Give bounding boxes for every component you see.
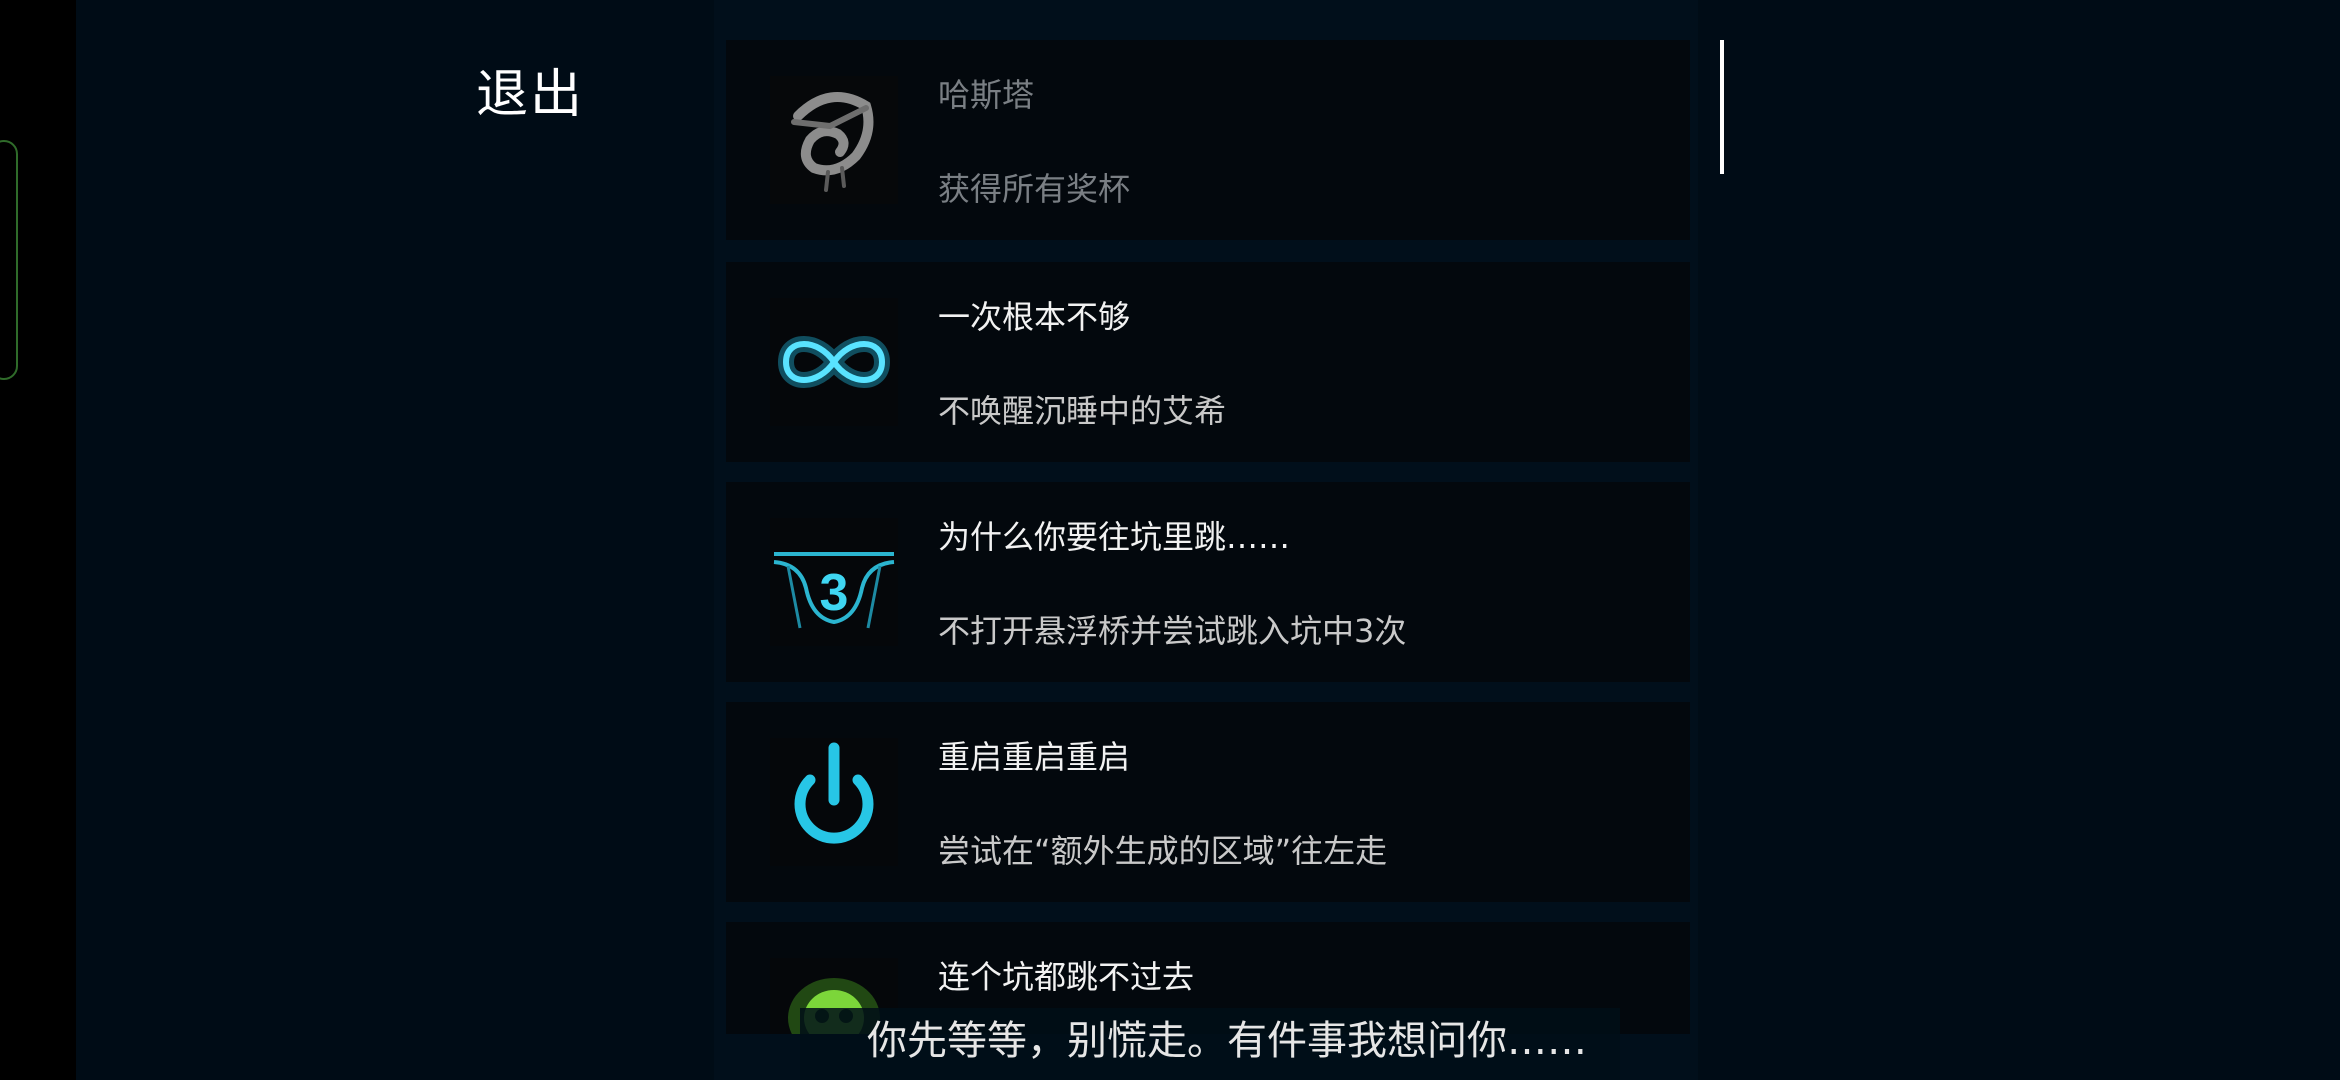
achievement-title: 重启重启重启 (938, 738, 1131, 776)
achievement-title: 一次根本不够 (938, 298, 1131, 336)
exit-button[interactable]: 退出 (476, 52, 584, 127)
pit-three-icon: 3 (770, 518, 898, 646)
achievement-card-jump-into-pit[interactable]: 3 为什么你要往坑里跳…… 不打开悬浮桥并尝试跳入坑中3次 (726, 482, 1690, 682)
infinity-icon (770, 298, 898, 426)
pit-three-number: 3 (820, 564, 849, 622)
achievement-card-once-not-enough[interactable]: 一次根本不够 不唤醒沉睡中的艾希 (726, 262, 1690, 462)
scrollbar-thumb[interactable] (1720, 40, 1724, 174)
left-bezel (0, 0, 76, 1080)
achievement-title: 哈斯塔 (938, 76, 1035, 114)
achievement-card-hastur[interactable]: 哈斯塔 获得所有奖杯 (726, 40, 1690, 240)
dialogue-subtitle: 你先等等，别慌走。有件事我想问你…… (867, 1018, 1587, 1064)
hastur-sigil-icon (770, 76, 898, 204)
achievement-title: 为什么你要往坑里跳…… (938, 518, 1291, 556)
game-screen: 退出 哈斯塔 获得所有奖杯 一次根本不够 不唤醒沉睡中的艾希 3 为什么你要往坑… (0, 0, 2340, 1080)
achievement-description: 不唤醒沉睡中的艾希 (938, 392, 1227, 430)
achievement-description: 不打开悬浮桥并尝试跳入坑中3次 (938, 612, 1407, 650)
achievement-card-restart[interactable]: 重启重启重启 尝试在“额外生成的区域”往左走 (726, 702, 1690, 902)
achievement-description: 获得所有奖杯 (938, 170, 1131, 208)
achievement-description: 尝试在“额外生成的区域”往左走 (938, 832, 1388, 870)
achievement-title: 连个坑都跳不过去 (938, 958, 1195, 996)
edge-handle (0, 140, 18, 380)
power-icon (770, 738, 898, 866)
